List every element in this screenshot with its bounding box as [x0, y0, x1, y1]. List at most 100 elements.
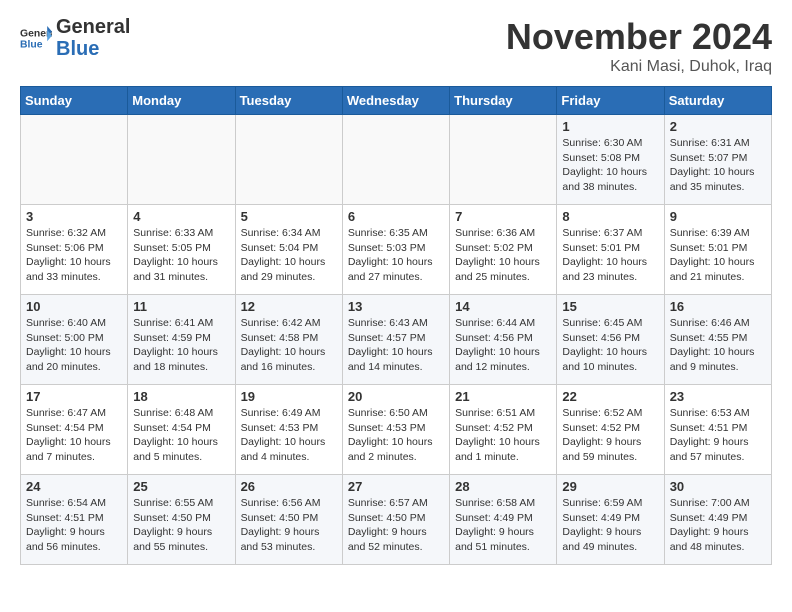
day-number: 12: [241, 299, 337, 314]
day-number: 13: [348, 299, 444, 314]
day-info: Sunrise: 6:54 AM Sunset: 4:51 PM Dayligh…: [26, 496, 122, 555]
day-info: Sunrise: 6:30 AM Sunset: 5:08 PM Dayligh…: [562, 136, 658, 195]
day-info: Sunrise: 6:43 AM Sunset: 4:57 PM Dayligh…: [348, 316, 444, 375]
day-number: 5: [241, 209, 337, 224]
day-info: Sunrise: 6:32 AM Sunset: 5:06 PM Dayligh…: [26, 226, 122, 285]
calendar-cell: [21, 115, 128, 205]
month-title: November 2024: [506, 16, 772, 58]
day-number: 4: [133, 209, 229, 224]
day-number: 6: [348, 209, 444, 224]
day-number: 7: [455, 209, 551, 224]
calendar-cell: 11Sunrise: 6:41 AM Sunset: 4:59 PM Dayli…: [128, 295, 235, 385]
day-info: Sunrise: 6:58 AM Sunset: 4:49 PM Dayligh…: [455, 496, 551, 555]
day-number: 20: [348, 389, 444, 404]
calendar-cell: 26 Sunrise: 6:56 AM Sunset: 4:50 PM Dayli…: [235, 475, 342, 565]
day-number: 26: [241, 479, 337, 494]
calendar-cell: 4 Sunrise: 6:33 AM Sunset: 5:05 PM Daylig…: [128, 205, 235, 295]
weekday-header-thursday: Thursday: [450, 87, 557, 115]
day-number: 24: [26, 479, 122, 494]
day-number: 2: [670, 119, 766, 134]
day-number: 22: [562, 389, 658, 404]
day-number: 14: [455, 299, 551, 314]
day-info: Sunrise: 6:44 AM Sunset: 4:56 PM Dayligh…: [455, 316, 551, 375]
day-info: Sunrise: 6:31 AM Sunset: 5:07 PM Dayligh…: [670, 136, 766, 195]
calendar-cell: 8Sunrise: 6:37 AM Sunset: 5:01 PM Daylig…: [557, 205, 664, 295]
calendar-cell: 17 Sunrise: 6:47 AM Sunset: 4:54 PM Dayli…: [21, 385, 128, 475]
calendar-cell: [342, 115, 449, 205]
calendar-cell: 15 Sunrise: 6:45 AM Sunset: 4:56 PM Dayli…: [557, 295, 664, 385]
day-info: Sunrise: 6:55 AM Sunset: 4:50 PM Dayligh…: [133, 496, 229, 555]
logo-general: General: [56, 16, 130, 38]
day-number: 9: [670, 209, 766, 224]
day-info: Sunrise: 6:53 AM Sunset: 4:51 PM Dayligh…: [670, 406, 766, 465]
day-number: 16: [670, 299, 766, 314]
week-row-5: 24 Sunrise: 6:54 AM Sunset: 4:51 PM Dayli…: [21, 475, 772, 565]
weekday-header-monday: Monday: [128, 87, 235, 115]
calendar-cell: [128, 115, 235, 205]
day-info: Sunrise: 6:56 AM Sunset: 4:50 PM Dayligh…: [241, 496, 337, 555]
day-info: Sunrise: 6:59 AM Sunset: 4:49 PM Dayligh…: [562, 496, 658, 555]
calendar-cell: 13 Sunrise: 6:43 AM Sunset: 4:57 PM Dayli…: [342, 295, 449, 385]
calendar-cell: 19 Sunrise: 6:49 AM Sunset: 4:53 PM Dayli…: [235, 385, 342, 475]
day-number: 1: [562, 119, 658, 134]
day-number: 19: [241, 389, 337, 404]
weekday-header-tuesday: Tuesday: [235, 87, 342, 115]
calendar-cell: 23 Sunrise: 6:53 AM Sunset: 4:51 PM Dayli…: [664, 385, 771, 475]
day-number: 27: [348, 479, 444, 494]
week-row-1: 1 Sunrise: 6:30 AM Sunset: 5:08 PM Daylig…: [21, 115, 772, 205]
header: General Blue General Blue November 2024 …: [20, 16, 772, 76]
day-number: 28: [455, 479, 551, 494]
day-info: Sunrise: 6:42 AM Sunset: 4:58 PM Dayligh…: [241, 316, 337, 375]
day-info: Sunrise: 6:50 AM Sunset: 4:53 PM Dayligh…: [348, 406, 444, 465]
day-info: Sunrise: 6:33 AM Sunset: 5:05 PM Dayligh…: [133, 226, 229, 285]
logo: General Blue General Blue: [20, 16, 130, 60]
day-number: 30: [670, 479, 766, 494]
week-row-2: 3 Sunrise: 6:32 AM Sunset: 5:06 PM Daylig…: [21, 205, 772, 295]
day-info: Sunrise: 6:40 AM Sunset: 5:00 PM Dayligh…: [26, 316, 122, 375]
day-number: 18: [133, 389, 229, 404]
day-number: 8: [562, 209, 658, 224]
calendar-cell: 6Sunrise: 6:35 AM Sunset: 5:03 PM Daylig…: [342, 205, 449, 295]
day-info: Sunrise: 7:00 AM Sunset: 4:49 PM Dayligh…: [670, 496, 766, 555]
day-info: Sunrise: 6:51 AM Sunset: 4:52 PM Dayligh…: [455, 406, 551, 465]
day-info: Sunrise: 6:57 AM Sunset: 4:50 PM Dayligh…: [348, 496, 444, 555]
calendar-cell: 18Sunrise: 6:48 AM Sunset: 4:54 PM Dayli…: [128, 385, 235, 475]
day-info: Sunrise: 6:47 AM Sunset: 4:54 PM Dayligh…: [26, 406, 122, 465]
calendar-cell: 27 Sunrise: 6:57 AM Sunset: 4:50 PM Dayli…: [342, 475, 449, 565]
day-info: Sunrise: 6:34 AM Sunset: 5:04 PM Dayligh…: [241, 226, 337, 285]
calendar-cell: 28 Sunrise: 6:58 AM Sunset: 4:49 PM Dayli…: [450, 475, 557, 565]
calendar-cell: 25 Sunrise: 6:55 AM Sunset: 4:50 PM Dayli…: [128, 475, 235, 565]
calendar-cell: [450, 115, 557, 205]
calendar-table: SundayMondayTuesdayWednesdayThursdayFrid…: [20, 86, 772, 565]
day-info: Sunrise: 6:49 AM Sunset: 4:53 PM Dayligh…: [241, 406, 337, 465]
day-number: 23: [670, 389, 766, 404]
calendar-cell: 12 Sunrise: 6:42 AM Sunset: 4:58 PM Dayli…: [235, 295, 342, 385]
day-number: 25: [133, 479, 229, 494]
calendar-cell: 21Sunrise: 6:51 AM Sunset: 4:52 PM Dayli…: [450, 385, 557, 475]
day-info: Sunrise: 6:36 AM Sunset: 5:02 PM Dayligh…: [455, 226, 551, 285]
svg-text:Blue: Blue: [20, 40, 43, 51]
title-block: November 2024 Kani Masi, Duhok, Iraq: [506, 16, 772, 76]
calendar-cell: 16 Sunrise: 6:46 AM Sunset: 4:55 PM Dayli…: [664, 295, 771, 385]
day-info: Sunrise: 6:39 AM Sunset: 5:01 PM Dayligh…: [670, 226, 766, 285]
logo-blue: Blue: [56, 38, 130, 60]
calendar-cell: 3 Sunrise: 6:32 AM Sunset: 5:06 PM Daylig…: [21, 205, 128, 295]
calendar-cell: 22 Sunrise: 6:52 AM Sunset: 4:52 PM Dayli…: [557, 385, 664, 475]
calendar-cell: 14 Sunrise: 6:44 AM Sunset: 4:56 PM Dayli…: [450, 295, 557, 385]
calendar-cell: 9 Sunrise: 6:39 AM Sunset: 5:01 PM Daylig…: [664, 205, 771, 295]
day-number: 29: [562, 479, 658, 494]
weekday-header-sunday: Sunday: [21, 87, 128, 115]
day-number: 15: [562, 299, 658, 314]
day-number: 3: [26, 209, 122, 224]
day-info: Sunrise: 6:46 AM Sunset: 4:55 PM Dayligh…: [670, 316, 766, 375]
day-number: 10: [26, 299, 122, 314]
weekday-header-row: SundayMondayTuesdayWednesdayThursdayFrid…: [21, 87, 772, 115]
calendar-cell: 24 Sunrise: 6:54 AM Sunset: 4:51 PM Dayli…: [21, 475, 128, 565]
day-info: Sunrise: 6:45 AM Sunset: 4:56 PM Dayligh…: [562, 316, 658, 375]
day-number: 17: [26, 389, 122, 404]
calendar-cell: 20 Sunrise: 6:50 AM Sunset: 4:53 PM Dayli…: [342, 385, 449, 475]
day-info: Sunrise: 6:41 AM Sunset: 4:59 PM Dayligh…: [133, 316, 229, 375]
day-info: Sunrise: 6:52 AM Sunset: 4:52 PM Dayligh…: [562, 406, 658, 465]
location-title: Kani Masi, Duhok, Iraq: [506, 58, 772, 76]
week-row-4: 17 Sunrise: 6:47 AM Sunset: 4:54 PM Dayli…: [21, 385, 772, 475]
